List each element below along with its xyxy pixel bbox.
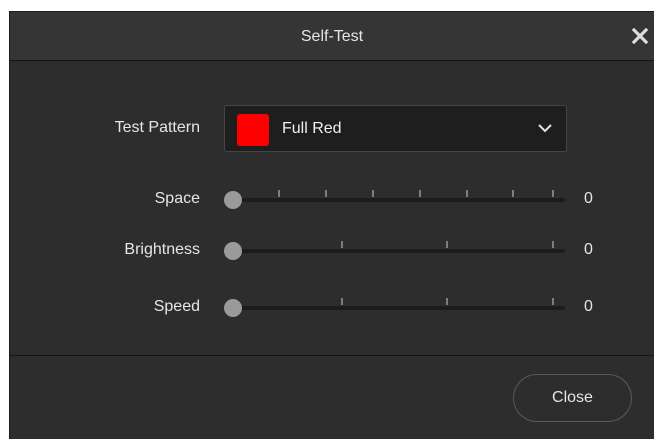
test-pattern-selected: Full Red <box>282 120 342 137</box>
brightness-value: 0 <box>584 241 593 258</box>
self-test-dialog: Self-Test Test Pattern Full Red Space 0 … <box>9 11 654 439</box>
brightness-label: Brightness <box>124 241 200 258</box>
speed-slider-thumb <box>224 299 242 317</box>
speed-value: 0 <box>584 298 593 315</box>
dialog-titlebar: Self-Test <box>10 12 654 61</box>
speed-slider[interactable] <box>222 292 567 322</box>
space-slider[interactable] <box>222 184 567 214</box>
close-x-icon[interactable] <box>630 26 650 46</box>
brightness-slider-thumb <box>224 242 242 260</box>
close-button[interactable]: Close <box>513 374 632 422</box>
color-swatch <box>237 114 269 146</box>
dialog-title: Self-Test <box>300 28 364 45</box>
test-pattern-label: Test Pattern <box>114 119 200 136</box>
space-label: Space <box>154 190 200 207</box>
space-slider-thumb <box>224 191 242 209</box>
speed-label: Speed <box>153 298 200 315</box>
brightness-slider[interactable] <box>222 235 567 265</box>
chevron-down-icon <box>536 121 554 135</box>
space-value: 0 <box>584 190 593 207</box>
test-pattern-dropdown[interactable]: Full Red <box>224 105 567 152</box>
